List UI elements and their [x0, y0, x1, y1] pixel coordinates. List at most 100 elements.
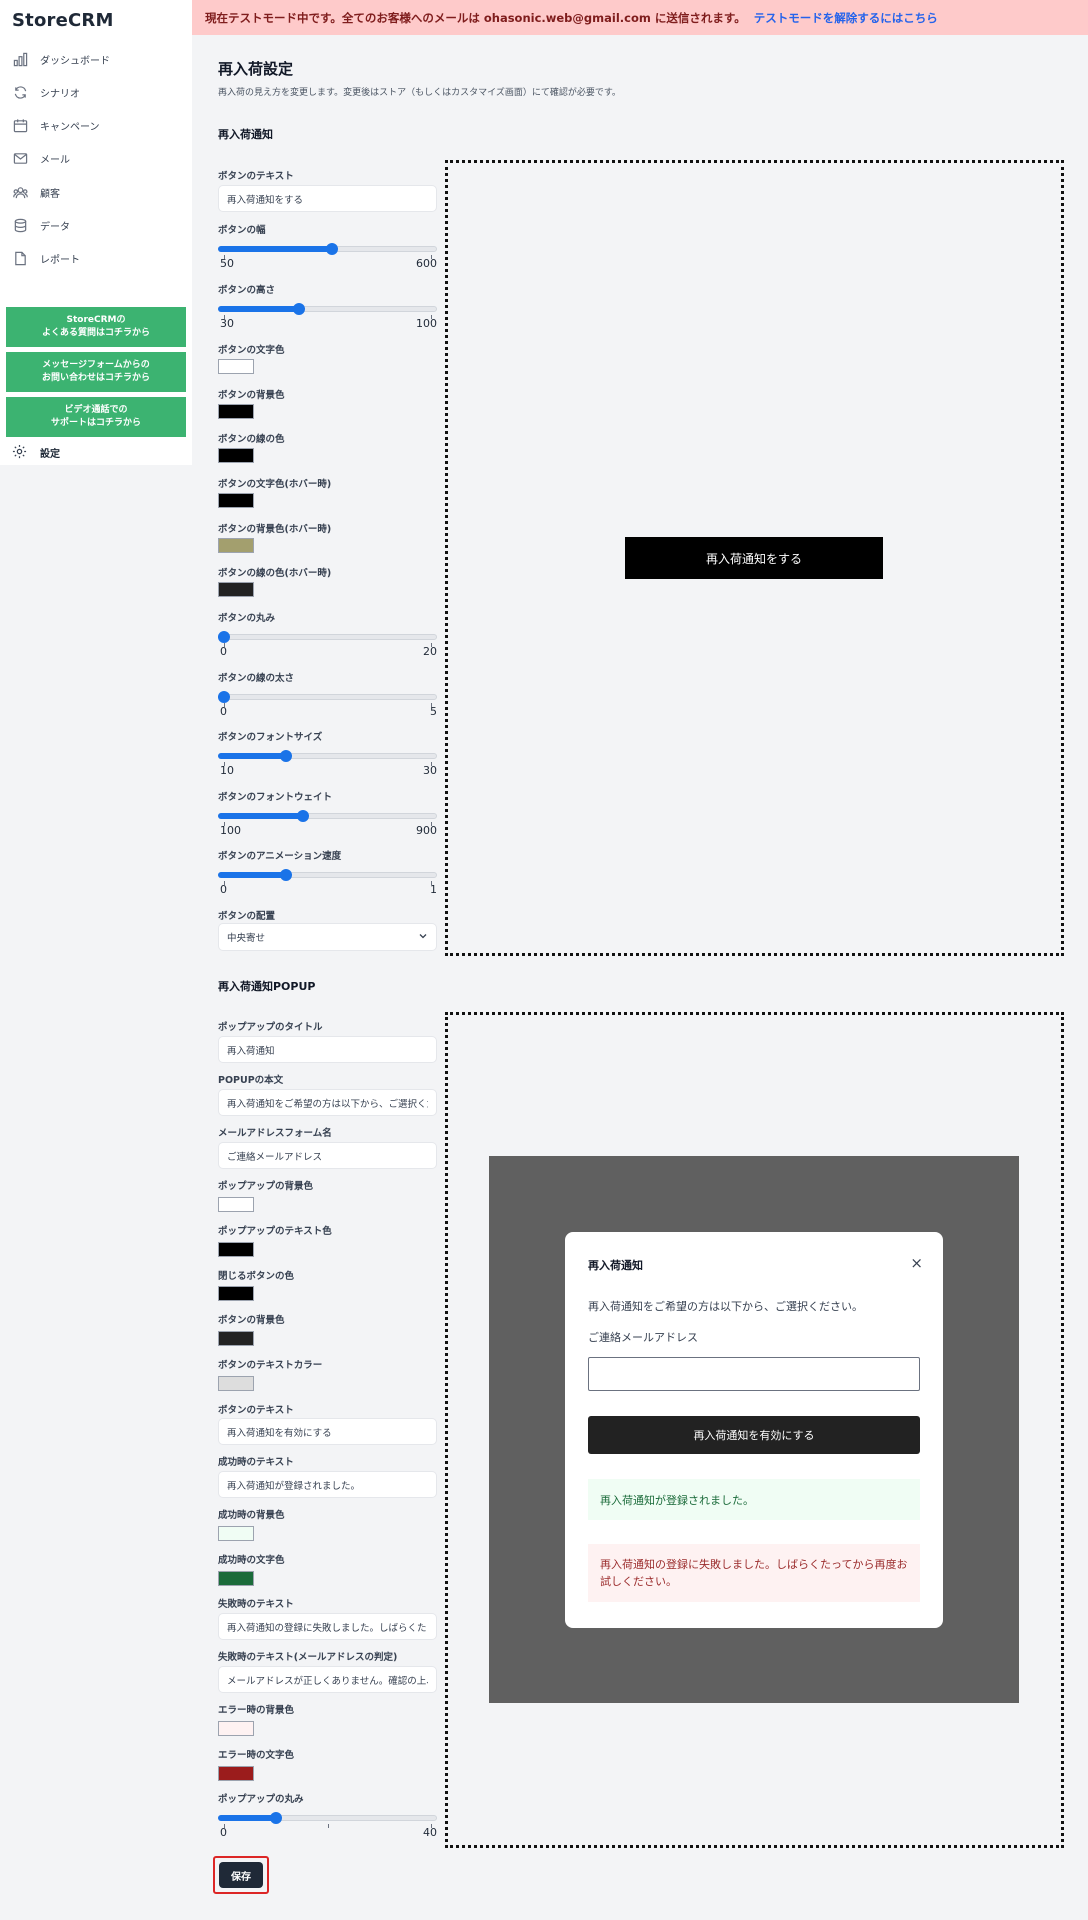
gear-icon: [12, 444, 28, 460]
bar-chart-icon: [12, 51, 28, 67]
save-button-frame: 保存: [213, 1856, 269, 1894]
video-support-button[interactable]: ビデオ通話での サポートはコチラから: [6, 397, 186, 437]
popup-body-input[interactable]: [218, 1089, 437, 1116]
slider-max-label: 5: [430, 705, 437, 718]
page-title: 再入荷設定: [218, 60, 294, 78]
slider-thumb[interactable]: [218, 691, 230, 703]
users-icon: [12, 184, 28, 200]
success-bg-swatch[interactable]: [218, 1526, 254, 1541]
button-radius-slider[interactable]: 0 20: [218, 624, 437, 658]
popup-button-bg-label: ボタンの背景色: [218, 1315, 285, 1326]
slider-max-label: 40: [423, 1826, 437, 1839]
chevron-down-icon: [418, 931, 428, 944]
slider-thumb[interactable]: [218, 631, 230, 643]
button-hover-text-color-swatch[interactable]: [218, 493, 254, 508]
popup-bg-color-swatch[interactable]: [218, 1197, 254, 1212]
test-mode-banner: 現在テストモード中です。全てのお客様へのメールは ohasonic.web@gm…: [192, 0, 1088, 35]
sidebar-item-campaign[interactable]: キャンペーン: [12, 114, 100, 136]
sidebar-item-mail[interactable]: メール: [12, 147, 70, 169]
modal-title: 再入荷通知: [588, 1259, 643, 1272]
slider-thumb[interactable]: [325, 243, 338, 255]
success-text-input[interactable]: [218, 1471, 437, 1498]
button-border-color-label: ボタンの線の色: [218, 434, 285, 445]
slider-thumb[interactable]: [296, 810, 309, 822]
button-width-label: ボタンの幅: [218, 225, 266, 236]
button-hover-text-color-label: ボタンの文字色(ホバー時): [218, 479, 332, 490]
button-hover-border-color-swatch[interactable]: [218, 582, 254, 597]
slider-max-label: 600: [416, 257, 437, 270]
slider-thumb[interactable]: [280, 750, 293, 762]
button-font-size-slider[interactable]: 10 30: [218, 743, 437, 777]
slider-max-label: 1: [430, 883, 437, 896]
save-button[interactable]: 保存: [219, 1862, 263, 1888]
error-bg-swatch[interactable]: [218, 1721, 254, 1736]
button-alignment-label: ボタンの配置: [218, 911, 276, 922]
modal-email-label: ご連絡メールアドレス: [588, 1331, 698, 1344]
fail-email-text-label: 失敗時のテキスト(メールアドレスの判定): [218, 1652, 398, 1663]
error-color-label: エラー時の文字色: [218, 1750, 295, 1761]
slider-track: [218, 694, 437, 700]
button-text-input[interactable]: [218, 185, 437, 212]
button-height-slider[interactable]: 30 100: [218, 296, 437, 330]
button-bg-color-swatch[interactable]: [218, 404, 254, 419]
sidebar-item-dashboard[interactable]: ダッシュボード: [12, 48, 110, 70]
sidebar-item-customers[interactable]: 顧客: [12, 181, 60, 203]
popup-button-text-input[interactable]: [218, 1418, 437, 1445]
slider-thumb[interactable]: [280, 869, 293, 881]
success-color-swatch[interactable]: [218, 1571, 254, 1586]
page-description: 再入荷の見え方を変更します。変更後はストア（もしくはカスタマイズ画面）にて確認が…: [218, 88, 621, 98]
sidebar-item-data[interactable]: データ: [12, 214, 70, 236]
preview-restock-button[interactable]: 再入荷通知をする: [625, 537, 883, 579]
slider-fill: [218, 306, 299, 312]
fail-email-text-input[interactable]: [218, 1666, 437, 1693]
button-animation-speed-slider[interactable]: 01: [218, 862, 437, 896]
modal-submit-button[interactable]: 再入荷通知を有効にする: [588, 1416, 920, 1454]
button-hover-bg-color-label: ボタンの背景色(ホバー時): [218, 524, 332, 535]
success-bg-label: 成功時の背景色: [218, 1510, 285, 1521]
sidebar-item-label: ダッシュボード: [40, 55, 110, 67]
popup-button-text-color-label: ボタンのテキストカラー: [218, 1360, 323, 1371]
popup-button-bg-swatch[interactable]: [218, 1331, 254, 1346]
close-icon[interactable]: ×: [910, 1254, 923, 1272]
button-text-color-label: ボタンの文字色: [218, 345, 285, 356]
faq-button[interactable]: StoreCRMの よくある質問はコチラから: [6, 307, 186, 347]
button-hover-border-color-label: ボタンの線の色(ホバー時): [218, 568, 332, 579]
sidebar-item-report[interactable]: レポート: [12, 247, 80, 269]
button-alignment-select[interactable]: 中央寄せ: [218, 923, 437, 951]
error-message: 再入荷通知の登録に失敗しました。しばらくたってから再度お試しください。: [588, 1544, 920, 1602]
button-hover-bg-color-swatch[interactable]: [218, 538, 254, 553]
slider-thumb[interactable]: [269, 1812, 282, 1824]
slider-min-label: 100: [220, 824, 241, 837]
slider-max-label: 30: [423, 764, 437, 777]
button-text-color-swatch[interactable]: [218, 359, 254, 374]
error-color-swatch[interactable]: [218, 1766, 254, 1781]
disable-test-mode-link[interactable]: テストモードを解除するにはこちら: [754, 10, 938, 26]
button-font-weight-label: ボタンのフォントウェイト: [218, 792, 333, 803]
button-border-color-swatch[interactable]: [218, 448, 254, 463]
button-width-slider[interactable]: 50 600: [218, 236, 437, 270]
success-message: 再入荷通知が登録されました。: [588, 1479, 920, 1520]
popup-radius-slider[interactable]: 0 40: [218, 1805, 437, 1839]
popup-radius-label: ポップアップの丸み: [218, 1794, 304, 1805]
popup-button-text-color-swatch[interactable]: [218, 1376, 254, 1391]
popup-title-input[interactable]: [218, 1036, 437, 1063]
slider-thumb[interactable]: [292, 303, 305, 315]
slider-fill: [218, 872, 287, 878]
popup-text-color-label: ポップアップのテキスト色: [218, 1226, 332, 1237]
sidebar-item-scenario[interactable]: シナリオ: [12, 81, 80, 103]
contact-form-button[interactable]: メッセージフォームからの お問い合わせはコチラから: [6, 352, 186, 392]
sidebar-item-settings[interactable]: 設定: [12, 444, 60, 460]
email-form-name-input[interactable]: [218, 1142, 437, 1169]
slider-max-label: 100: [416, 317, 437, 330]
close-button-color-swatch[interactable]: [218, 1286, 254, 1301]
fail-text-input[interactable]: [218, 1613, 437, 1640]
modal-email-input[interactable]: [588, 1357, 920, 1391]
sidebar: StoreCRM ダッシュボード シナリオ キャンペーン メール 顧客 データ …: [0, 0, 192, 465]
button-font-weight-slider[interactable]: 100 900: [218, 803, 437, 837]
slider-min-label: 30: [220, 317, 234, 330]
popup-bg-color-label: ポップアップの背景色: [218, 1181, 314, 1192]
popup-title-label: ポップアップのタイトル: [218, 1022, 323, 1033]
fail-text-label: 失敗時のテキスト: [218, 1599, 294, 1610]
popup-text-color-swatch[interactable]: [218, 1242, 254, 1257]
button-border-width-slider[interactable]: 05: [218, 684, 437, 718]
